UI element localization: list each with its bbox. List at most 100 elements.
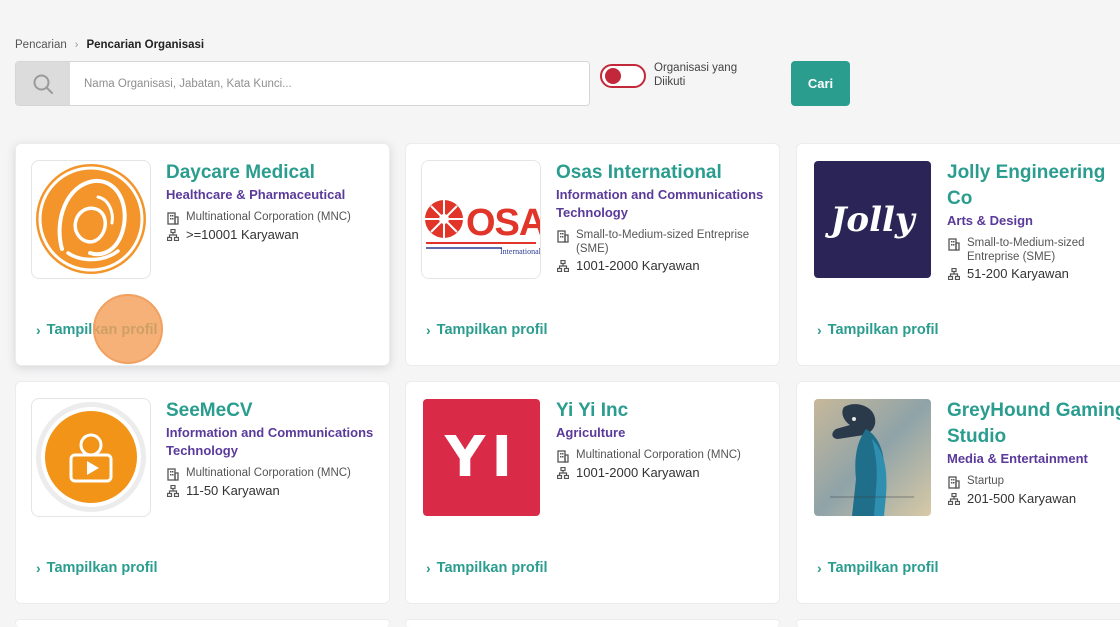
search-input[interactable] xyxy=(70,62,589,105)
organization-name[interactable]: Jolly Engineering Co xyxy=(947,160,1120,212)
view-profile-label: Tampilkan profil xyxy=(46,560,158,576)
organization-name[interactable]: SeeMeCV xyxy=(166,398,381,424)
toggle-knob xyxy=(605,68,621,84)
chevron-right-icon: › xyxy=(36,322,41,338)
chevron-right-icon: › xyxy=(817,560,822,576)
organization-type-row: Multinational Corporation (MNC) xyxy=(556,448,771,463)
osa-logo-subtext: International xyxy=(500,247,540,256)
organization-card: SeeMeCV Information and Communications T… xyxy=(15,381,390,604)
employee-count: 1001-2000 Karyawan xyxy=(576,258,700,273)
organization-type: Small-to-Medium-sized Entreprise (SME) xyxy=(576,229,750,255)
organization-type: Startup xyxy=(967,475,1005,487)
view-profile-label: Tampilkan profil xyxy=(827,322,939,338)
toggle-label: Organisasi yang Diikuti xyxy=(654,62,738,88)
view-profile-link[interactable]: › Tampilkan profil xyxy=(426,322,548,338)
employee-count: 201-500 Karyawan xyxy=(967,491,1077,506)
view-profile-link[interactable]: › Tampilkan profil xyxy=(426,560,548,576)
organization-card: OSA International Osas International Inf… xyxy=(405,143,780,366)
view-profile-link[interactable]: › Tampilkan profil xyxy=(36,322,158,338)
employee-count: >=10001 Karyawan xyxy=(186,227,299,242)
card-info: Yi Yi Inc Agriculture Multinational Corp… xyxy=(556,398,771,483)
organization-card-partial xyxy=(405,619,780,627)
org-chart-icon xyxy=(556,258,570,272)
org-chart-icon xyxy=(947,266,961,280)
organization-industry: Healthcare & Pharmaceutical xyxy=(166,187,346,202)
building-icon xyxy=(556,448,570,463)
organization-name[interactable]: GreyHound Gaming Studio xyxy=(947,398,1120,450)
employee-count: 11-50 Karyawan xyxy=(186,483,280,498)
chevron-right-icon: › xyxy=(426,322,431,338)
employee-count-row: 201-500 Karyawan xyxy=(947,491,1120,507)
organization-name[interactable]: Osas International xyxy=(556,160,771,186)
organization-type-row: Small-to-Medium-sized Entreprise (SME) xyxy=(556,228,771,256)
view-profile-label: Tampilkan profil xyxy=(46,322,158,338)
view-profile-label: Tampilkan profil xyxy=(436,560,548,576)
employee-count-row: 51-200 Karyawan xyxy=(947,266,1120,282)
employee-count: 1001-2000 Karyawan xyxy=(576,465,700,480)
employee-count-row: >=10001 Karyawan xyxy=(166,227,381,243)
organization-card: Jolly Jolly Engineering Co Arts & Design… xyxy=(796,143,1120,366)
organization-type: Multinational Corporation (MNC) xyxy=(576,449,741,461)
view-profile-link[interactable]: › Tampilkan profil xyxy=(817,322,939,338)
organization-industry: Information and Communications Technolog… xyxy=(166,425,374,458)
building-icon xyxy=(947,236,961,251)
breadcrumb-item-pencarian[interactable]: Pencarian xyxy=(15,39,67,51)
organization-industry: Information and Communications Technolog… xyxy=(556,187,764,220)
organization-card: GreyHound Gaming Studio Media & Entertai… xyxy=(796,381,1120,604)
organization-card-partial xyxy=(796,619,1120,627)
yi-logo-text: YI xyxy=(444,425,519,490)
view-profile-label: Tampilkan profil xyxy=(436,322,548,338)
organization-type-row: Multinational Corporation (MNC) xyxy=(166,466,381,481)
organization-name[interactable]: Yi Yi Inc xyxy=(556,398,771,424)
organization-industry: Media & Entertainment xyxy=(947,451,1088,466)
view-profile-link[interactable]: › Tampilkan profil xyxy=(36,560,158,576)
organization-card-partial xyxy=(15,619,390,627)
org-chart-icon xyxy=(166,227,180,241)
building-icon xyxy=(556,228,570,243)
osa-international-logo: OSA International xyxy=(421,160,541,279)
org-chart-icon xyxy=(166,483,180,497)
employee-count-row: 1001-2000 Karyawan xyxy=(556,465,771,481)
building-icon xyxy=(166,210,180,225)
view-profile-label: Tampilkan profil xyxy=(827,560,939,576)
employee-count-row: 11-50 Karyawan xyxy=(166,483,381,499)
organization-type: Small-to-Medium-sized Entreprise (SME) xyxy=(967,237,1085,263)
yi-logo: YI xyxy=(423,399,540,516)
search-submit-button[interactable]: Cari xyxy=(791,61,850,106)
card-info: Jolly Engineering Co Arts & Design Small… xyxy=(947,160,1120,284)
organization-name[interactable]: Daycare Medical xyxy=(166,160,381,186)
card-info: GreyHound Gaming Studio Media & Entertai… xyxy=(947,398,1120,509)
organization-type-row: Small-to-Medium-sized Entreprise (SME) xyxy=(947,236,1120,264)
building-icon xyxy=(166,466,180,481)
organization-type-row: Startup xyxy=(947,474,1120,489)
search-icon xyxy=(33,74,53,94)
jolly-logo-text: Jolly xyxy=(830,199,915,240)
chevron-right-icon: › xyxy=(817,322,822,338)
org-chart-icon xyxy=(556,465,570,479)
card-info: Osas International Information and Commu… xyxy=(556,160,771,276)
breadcrumb-item-current: Pencarian Organisasi xyxy=(86,39,205,51)
organization-card: YI Yi Yi Inc Agriculture Multinational C… xyxy=(405,381,780,604)
organization-type: Multinational Corporation (MNC) xyxy=(186,211,351,223)
org-chart-icon xyxy=(947,491,961,505)
mother-child-logo xyxy=(31,160,151,279)
search-bar xyxy=(15,61,590,106)
jolly-logo: Jolly xyxy=(814,161,931,278)
followed-organizations-toggle[interactable] xyxy=(600,64,646,88)
chevron-right-icon: › xyxy=(36,560,41,576)
breadcrumb: Pencarian › Pencarian Organisasi xyxy=(15,39,204,51)
organization-card: Daycare Medical Healthcare & Pharmaceuti… xyxy=(15,143,390,366)
employee-count-row: 1001-2000 Karyawan xyxy=(556,258,771,274)
followed-organizations-toggle-group: Organisasi yang Diikuti xyxy=(600,61,754,89)
seemecv-logo xyxy=(31,398,151,517)
card-info: Daycare Medical Healthcare & Pharmaceuti… xyxy=(166,160,381,245)
chevron-right-icon: › xyxy=(426,560,431,576)
view-profile-link[interactable]: › Tampilkan profil xyxy=(817,560,939,576)
building-icon xyxy=(947,474,961,489)
organization-industry: Arts & Design xyxy=(947,213,1033,228)
employee-count: 51-200 Karyawan xyxy=(967,266,1069,281)
osa-logo-text: OSA xyxy=(466,202,540,244)
breadcrumb-separator: › xyxy=(74,39,79,51)
search-icon-button[interactable] xyxy=(16,62,70,105)
organization-type: Multinational Corporation (MNC) xyxy=(186,467,351,479)
